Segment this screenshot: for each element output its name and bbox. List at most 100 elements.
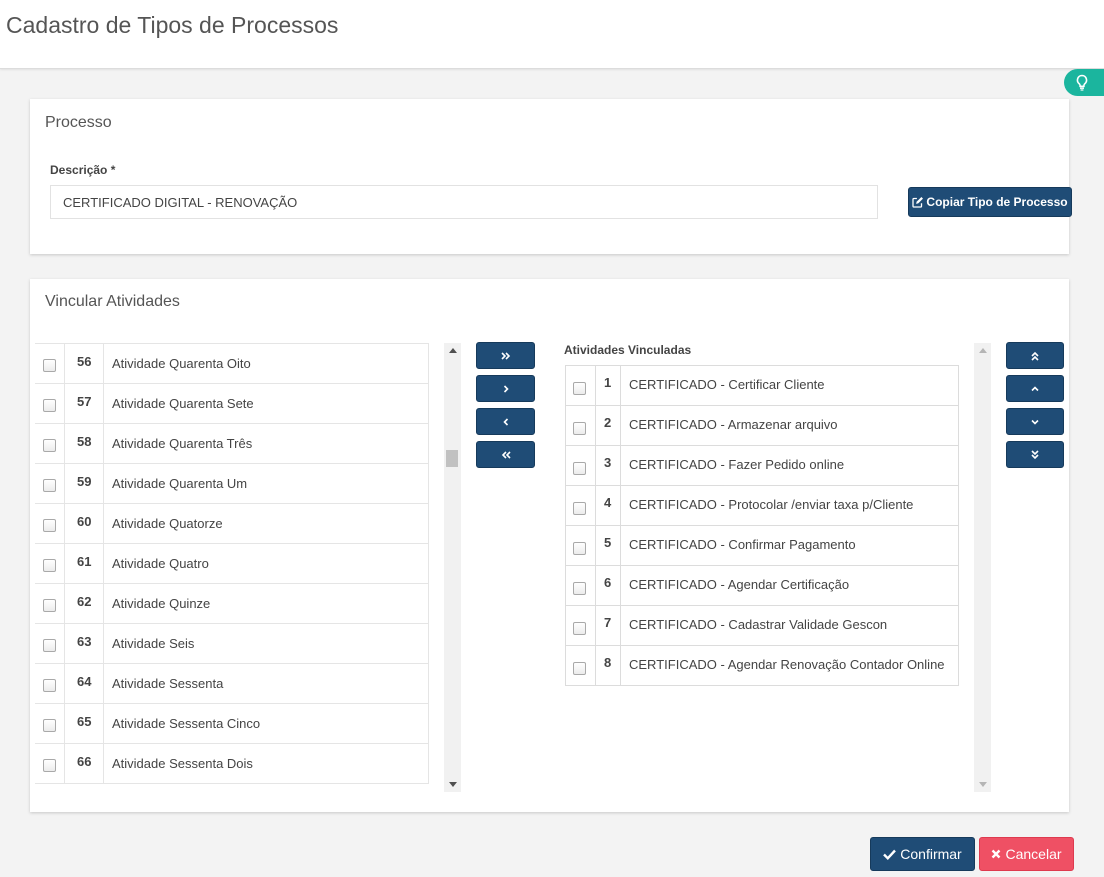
- row-number: 6: [596, 566, 621, 605]
- row-activity-name: CERTIFICADO - Fazer Pedido online: [629, 457, 845, 472]
- move-to-bottom-button[interactable]: [1006, 441, 1064, 468]
- scroll-up-arrow-icon[interactable]: [449, 348, 457, 353]
- row-checkbox[interactable]: [573, 582, 586, 595]
- row-checkbox[interactable]: [43, 759, 56, 772]
- row-checkbox[interactable]: [573, 422, 586, 435]
- row-checkbox[interactable]: [43, 399, 56, 412]
- row-number: 65: [65, 704, 104, 743]
- copy-process-type-button[interactable]: Copiar Tipo de Processo: [908, 187, 1072, 217]
- linked-activity-row[interactable]: 3 CERTIFICADO - Fazer Pedido online: [565, 446, 959, 486]
- available-list-scrollbar[interactable]: [444, 343, 461, 792]
- linked-activity-row[interactable]: 2 CERTIFICADO - Armazenar arquivo: [565, 406, 959, 446]
- move-all-left-button[interactable]: [476, 441, 535, 468]
- available-activity-row[interactable]: 61 Atividade Quatro: [35, 544, 429, 584]
- row-checkbox[interactable]: [43, 479, 56, 492]
- row-number: 4: [596, 486, 621, 525]
- move-left-button[interactable]: [476, 408, 535, 435]
- linked-activity-row[interactable]: 7 CERTIFICADO - Cadastrar Validade Gescon: [565, 606, 959, 646]
- available-activity-row[interactable]: 63 Atividade Seis: [35, 624, 429, 664]
- processo-panel-title: Processo: [45, 114, 112, 131]
- row-number: 62: [65, 584, 104, 623]
- lightbulb-icon: [1076, 74, 1088, 91]
- row-checkbox[interactable]: [573, 502, 586, 515]
- vincular-panel: Vincular Atividades 56 Atividade Quarenta…: [30, 279, 1069, 812]
- row-checkbox[interactable]: [43, 439, 56, 452]
- scroll-down-arrow-icon[interactable]: [979, 782, 987, 787]
- row-checkbox[interactable]: [43, 519, 56, 532]
- available-activity-row[interactable]: 65 Atividade Sessenta Cinco: [35, 704, 429, 744]
- row-activity-name: CERTIFICADO - Protocolar /enviar taxa p/…: [629, 497, 914, 512]
- row-checkbox-cell: [35, 584, 65, 623]
- available-activity-row[interactable]: 59 Atividade Quarenta Um: [35, 464, 429, 504]
- row-checkbox[interactable]: [573, 662, 586, 675]
- row-checkbox-cell: [566, 406, 596, 445]
- row-checkbox-cell: [35, 424, 65, 463]
- linked-activity-row[interactable]: 1 CERTIFICADO - Certificar Cliente: [565, 366, 959, 406]
- row-checkbox[interactable]: [573, 542, 586, 555]
- move-all-right-button[interactable]: [476, 342, 535, 369]
- scroll-up-arrow-icon[interactable]: [979, 348, 987, 353]
- row-activity-name: Atividade Quinze: [112, 596, 211, 611]
- scrollbar-thumb[interactable]: [446, 450, 458, 467]
- row-number: 2: [596, 406, 621, 445]
- descricao-input[interactable]: [50, 185, 878, 219]
- row-activity-name: Atividade Quarenta Oito: [112, 356, 251, 371]
- close-icon: [992, 849, 1001, 859]
- row-checkbox-cell: [566, 646, 596, 685]
- row-checkbox[interactable]: [573, 462, 586, 475]
- move-up-button[interactable]: [1006, 375, 1064, 402]
- linked-activity-row[interactable]: 4 CERTIFICADO - Protocolar /enviar taxa p…: [565, 486, 959, 526]
- row-number: 8: [596, 646, 621, 685]
- row-checkbox-cell: [35, 704, 65, 743]
- cancel-button[interactable]: Cancelar: [979, 837, 1074, 871]
- available-activity-row[interactable]: 58 Atividade Quarenta Três: [35, 424, 429, 464]
- processo-panel: Processo Descrição * Copiar Tipo de Proc…: [30, 99, 1072, 254]
- descricao-label: Descrição *: [50, 163, 116, 177]
- row-activity-name: Atividade Quatorze: [112, 516, 223, 531]
- available-activity-row[interactable]: 64 Atividade Sessenta: [35, 664, 429, 704]
- double-chevron-left-icon: [501, 450, 511, 459]
- linked-activities-list[interactable]: 1 CERTIFICADO - Certificar Cliente 2 CERTIF…: [565, 365, 959, 686]
- available-activity-row[interactable]: 66 Atividade Sessenta Dois: [35, 744, 429, 784]
- hint-tab[interactable]: [1064, 69, 1104, 96]
- move-right-button[interactable]: [476, 375, 535, 402]
- available-activity-row[interactable]: 57 Atividade Quarenta Sete: [35, 384, 429, 424]
- linked-list-scrollbar[interactable]: [974, 343, 991, 792]
- row-checkbox[interactable]: [573, 382, 586, 395]
- row-checkbox[interactable]: [43, 639, 56, 652]
- available-activity-row[interactable]: 62 Atividade Quinze: [35, 584, 429, 624]
- row-checkbox[interactable]: [573, 622, 586, 635]
- move-down-button[interactable]: [1006, 408, 1064, 435]
- confirm-button[interactable]: Confirmar: [870, 837, 975, 871]
- linked-activity-row[interactable]: 6 CERTIFICADO - Agendar Certificação: [565, 566, 959, 606]
- row-checkbox[interactable]: [43, 719, 56, 732]
- double-chevron-up-icon: [1031, 351, 1039, 361]
- row-number: 56: [65, 344, 104, 383]
- available-activity-row[interactable]: 56 Atividade Quarenta Oito: [35, 344, 429, 384]
- row-number: 59: [65, 464, 104, 503]
- chevron-left-icon: [502, 417, 508, 426]
- row-checkbox[interactable]: [43, 359, 56, 372]
- row-number: 57: [65, 384, 104, 423]
- page-title: Cadastro de Tipos de Processos: [6, 12, 339, 38]
- cancel-label: Cancelar: [1005, 846, 1062, 862]
- row-number: 58: [65, 424, 104, 463]
- row-number: 5: [596, 526, 621, 565]
- available-activity-row[interactable]: 60 Atividade Quatorze: [35, 504, 429, 544]
- row-checkbox-cell: [566, 566, 596, 605]
- row-activity-name: CERTIFICADO - Certificar Cliente: [629, 377, 825, 392]
- chevron-down-icon: [1031, 419, 1039, 425]
- available-activities-list[interactable]: 56 Atividade Quarenta Oito 57 Atividade Qua…: [35, 343, 429, 793]
- linked-activity-row[interactable]: 5 CERTIFICADO - Confirmar Pagamento: [565, 526, 959, 566]
- row-checkbox[interactable]: [43, 559, 56, 572]
- vincular-panel-title: Vincular Atividades: [45, 293, 180, 310]
- move-to-top-button[interactable]: [1006, 342, 1064, 369]
- row-checkbox[interactable]: [43, 599, 56, 612]
- scroll-down-arrow-icon[interactable]: [449, 782, 457, 787]
- row-checkbox-cell: [35, 544, 65, 583]
- linked-activity-row[interactable]: 8 CERTIFICADO - Agendar Renovação Contado…: [565, 646, 959, 686]
- row-activity-name: CERTIFICADO - Agendar Certificação: [629, 577, 850, 592]
- row-checkbox[interactable]: [43, 679, 56, 692]
- row-checkbox-cell: [35, 504, 65, 543]
- row-checkbox-cell: [35, 664, 65, 703]
